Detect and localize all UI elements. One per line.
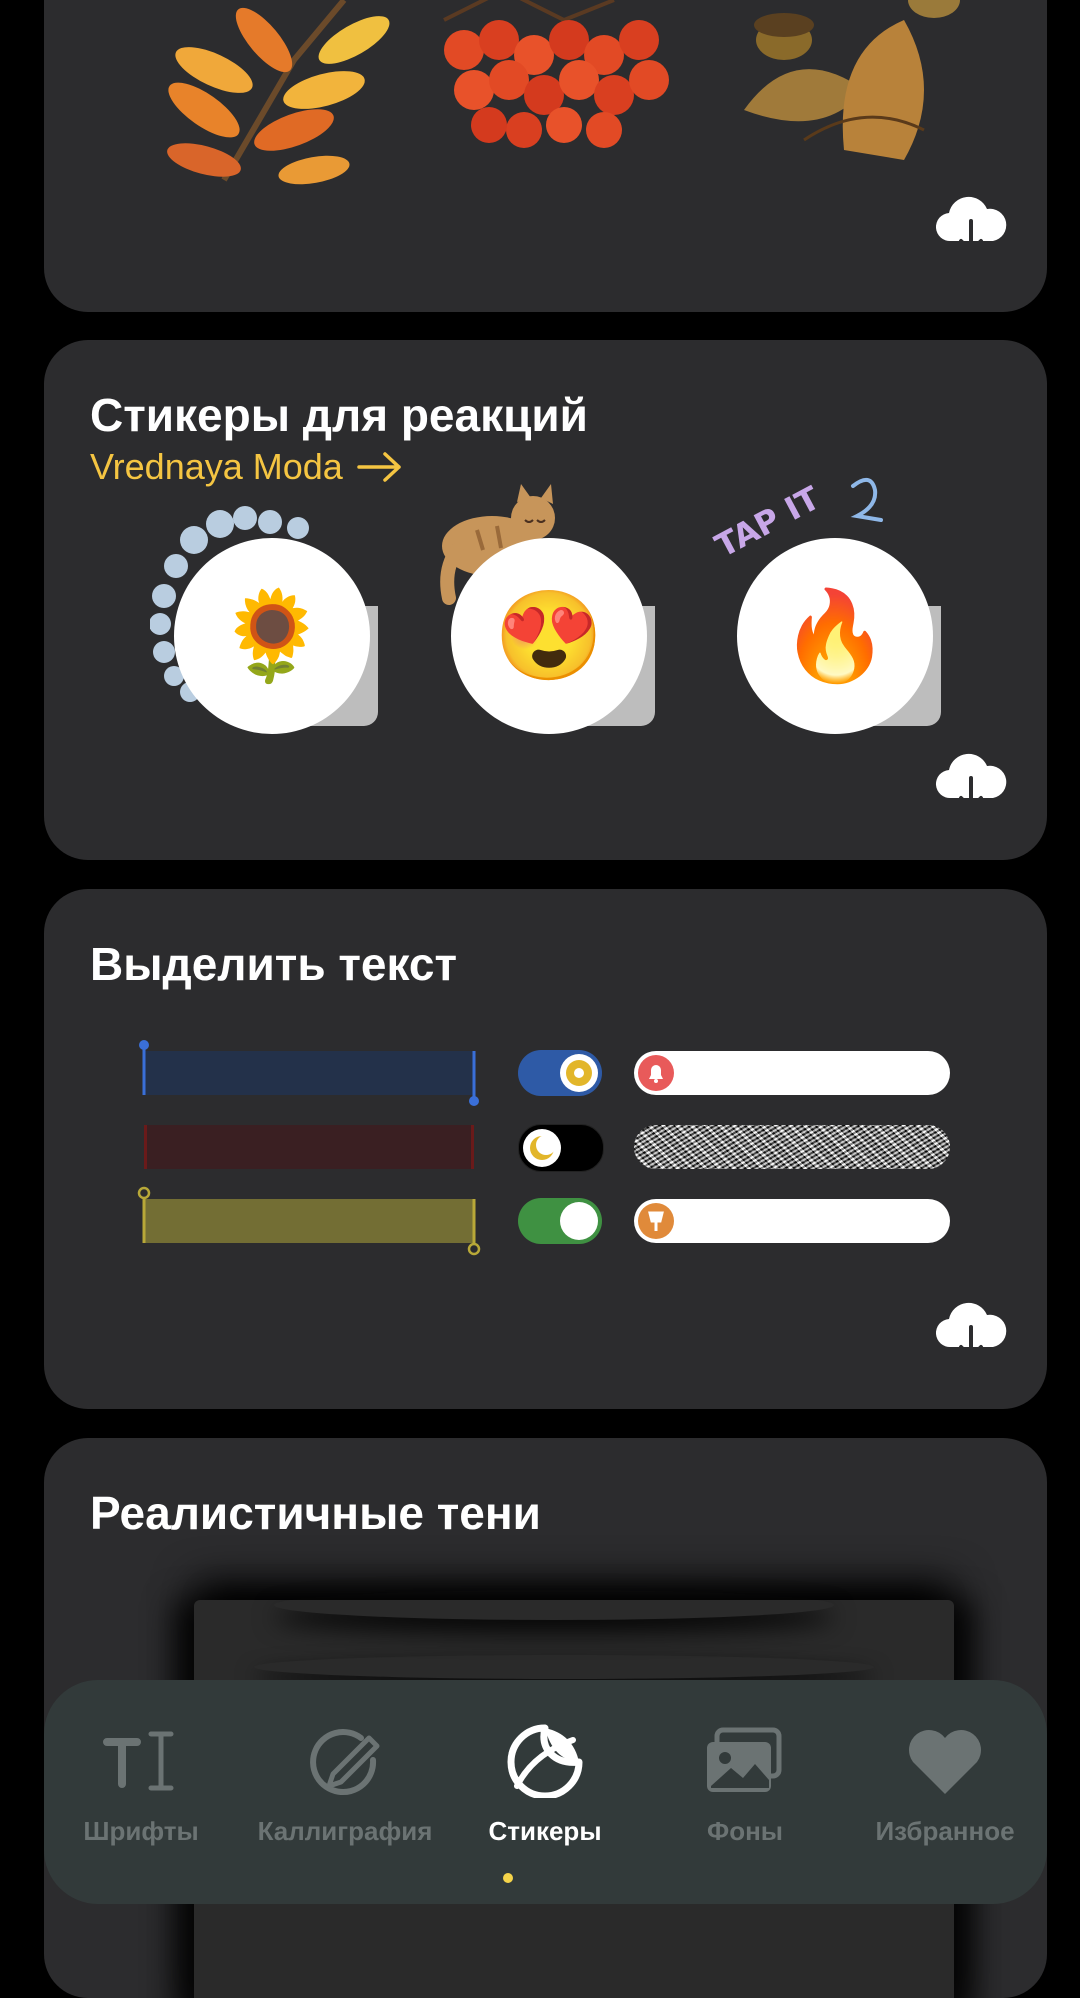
active-tab-indicator [503,1873,513,1883]
highlight-bar-yellow [137,1186,481,1256]
rowan-berries-icon [443,0,669,148]
sticker-pack-card-highlight[interactable]: Выделить текст [44,889,1047,1409]
toggle-off-dark [518,1124,604,1172]
reaction-sticker-sunflower[interactable]: 🌻 [150,506,378,734]
noise-pill [634,1125,950,1169]
tab-stickers[interactable]: Стикеры [445,1724,645,1847]
sunflower-icon: 🌻 [217,586,327,685]
highlight-bar-red [144,1125,474,1169]
author-link[interactable]: Vrednaya Moda [90,446,403,488]
photos-icon [707,1727,782,1792]
heart-eyes-icon: 😍 [494,586,604,685]
card-title: Реалистичные тени [90,1487,541,1539]
arrow-right-icon [357,452,401,482]
bell-icon [638,1055,674,1091]
author-name: Vrednaya Moda [90,446,343,487]
sticker-pack-card-reactions[interactable]: Стикеры для реакций Vrednaya Moda 🌻 😍 TA… [44,340,1047,860]
tab-label: Каллиграфия [257,1816,433,1846]
moon-icon [523,1129,561,1167]
toggle-on-blue [518,1050,602,1096]
selection-handles [139,1040,479,1106]
reaction-sticker-heart-eyes[interactable]: 😍 [440,484,655,734]
pen-circle-icon [310,1729,380,1796]
reaction-bubble: 😍 [451,538,647,734]
tab-backgrounds[interactable]: Фоны [645,1724,845,1847]
toggle-knob [560,1202,598,1240]
tab-fonts[interactable]: Шрифты [41,1724,241,1847]
heart-icon [909,1730,981,1794]
pin-icon [638,1203,674,1239]
cloud-download-icon[interactable] [933,195,1009,259]
cloud-download-icon[interactable] [933,1301,1009,1365]
reaction-bubble: 🔥 [737,538,933,734]
tab-label: Фоны [707,1816,783,1846]
toggle-on-green [518,1198,602,1244]
card-title: Выделить текст [90,938,458,990]
autumn-stickers-illustration [167,0,960,185]
sticker-pack-card-autumn[interactable] [44,0,1047,312]
tab-calligraphy[interactable]: Каллиграфия [245,1724,445,1847]
tab-label: Шрифты [83,1816,199,1846]
cloud-download-icon[interactable] [933,752,1009,816]
sun-icon [560,1054,598,1092]
sticker-icon [507,1724,583,1798]
tab-label: Стикеры [488,1816,602,1846]
pin-pill [634,1199,950,1243]
leaf-branch-icon [167,0,390,185]
text-size-icon [103,1731,174,1791]
tab-label: Избранное [875,1816,1015,1846]
reaction-bubble: 🌻 [174,538,370,734]
tab-favorites[interactable]: Избранное [845,1724,1045,1847]
oak-leaves-acorns-icon [744,0,960,160]
selection-handles [137,1186,481,1256]
reaction-sticker-fire[interactable]: TAP IT 🔥 [711,478,941,734]
fire-icon: 🔥 [780,586,890,685]
bottom-tab-bar: Шрифты Каллиграфия Стикеры Фоны Избранно… [44,1680,1047,1904]
card-title: Стикеры для реакций [90,389,588,441]
highlight-bar-blue [139,1040,479,1106]
notification-pill [634,1051,950,1095]
